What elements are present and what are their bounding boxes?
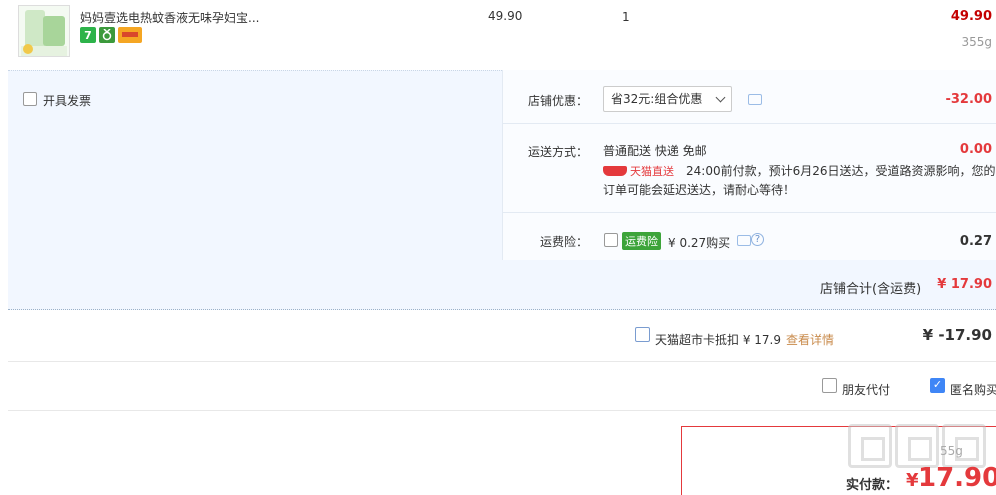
insurance-amount: 0.27 bbox=[959, 234, 992, 249]
shipping-note-cont: 订单可能会延迟送达，请耐心等待！ bbox=[603, 183, 796, 197]
anonymous-label[interactable]: 匿名购买 bbox=[950, 381, 996, 398]
divider bbox=[502, 123, 996, 124]
message-icon[interactable] bbox=[748, 94, 762, 105]
insurance-price: ¥ 0.27购买 bbox=[668, 236, 731, 250]
payment-weight-hint: 55g bbox=[940, 444, 963, 458]
tmall-cart-icon bbox=[603, 166, 627, 176]
medal-icon[interactable] bbox=[99, 27, 115, 43]
friend-pay-checkbox[interactable] bbox=[822, 378, 837, 393]
insurance-label: 运费险： bbox=[540, 235, 589, 249]
product-image-part bbox=[25, 10, 45, 48]
discount-label: 店铺优惠： bbox=[528, 94, 589, 108]
help-icon[interactable]: ? bbox=[751, 233, 764, 246]
discount-select-value: 省32元:组合优惠 bbox=[611, 92, 703, 106]
store-card-amount: ¥ -17.90 bbox=[922, 326, 992, 344]
insurance-tag: 运费险 bbox=[622, 232, 661, 250]
watermark-glyph bbox=[895, 424, 939, 468]
shipping-method: 普通配送 快递 免邮 bbox=[603, 144, 707, 158]
anonymous-checkbox[interactable]: ✓ bbox=[930, 378, 945, 393]
store-card-checkbox[interactable] bbox=[635, 327, 650, 342]
shipping-note: 24:00前付款，预计6月26日送达，受道路资源影响，您的 bbox=[686, 164, 996, 178]
unit-price: 49.90 bbox=[488, 9, 523, 23]
tmall-direct-mark: 天猫直送 bbox=[603, 163, 674, 179]
watermark-logo bbox=[848, 424, 986, 468]
discount-amount: -32.00 bbox=[945, 92, 992, 107]
discount-select[interactable]: 省32元:组合优惠 bbox=[603, 86, 732, 112]
store-card-details-link[interactable]: 查看详情 bbox=[786, 331, 834, 348]
watermark-glyph bbox=[848, 424, 892, 468]
tmall-direct-label: 天猫直送 bbox=[630, 165, 674, 178]
product-image-part bbox=[23, 44, 33, 54]
product-image-part bbox=[43, 16, 65, 46]
shipping-label: 运送方式： bbox=[528, 145, 589, 159]
invoice-label[interactable]: 开具发票 bbox=[43, 92, 91, 109]
shipping-amount: 0.00 bbox=[959, 142, 992, 157]
divider bbox=[502, 212, 996, 213]
store-card-label[interactable]: 天猫超市卡抵扣 ¥ 17.9 bbox=[655, 331, 781, 348]
divider bbox=[8, 361, 996, 362]
product-title[interactable]: 妈妈壹选电热蚊香液无味孕妇宝... bbox=[80, 9, 259, 26]
chevron-down-icon bbox=[715, 92, 726, 103]
friend-pay-label[interactable]: 朋友代付 bbox=[842, 381, 890, 398]
product-thumbnail[interactable] bbox=[18, 5, 70, 57]
shop-total-value: ¥ 17.90 bbox=[937, 277, 992, 292]
currency-symbol: ¥ bbox=[906, 470, 919, 491]
item-subtotal: 49.90 bbox=[950, 9, 992, 24]
insurance-checkbox[interactable] bbox=[604, 233, 618, 247]
payment-amount: 17.90 bbox=[918, 463, 996, 493]
invoice-checkbox[interactable] bbox=[23, 92, 37, 106]
credit-card-icon[interactable] bbox=[118, 27, 142, 43]
seven-day-return-badge[interactable]: 7 bbox=[80, 27, 96, 43]
payment-label: 实付款： bbox=[846, 478, 899, 493]
shop-total-label: 店铺合计(含运费) bbox=[820, 282, 922, 297]
quantity: 1 bbox=[622, 10, 630, 24]
divider bbox=[8, 410, 996, 411]
message-icon[interactable] bbox=[737, 235, 751, 246]
item-weight: 355g bbox=[961, 35, 992, 49]
product-badges: 7 bbox=[80, 27, 142, 43]
